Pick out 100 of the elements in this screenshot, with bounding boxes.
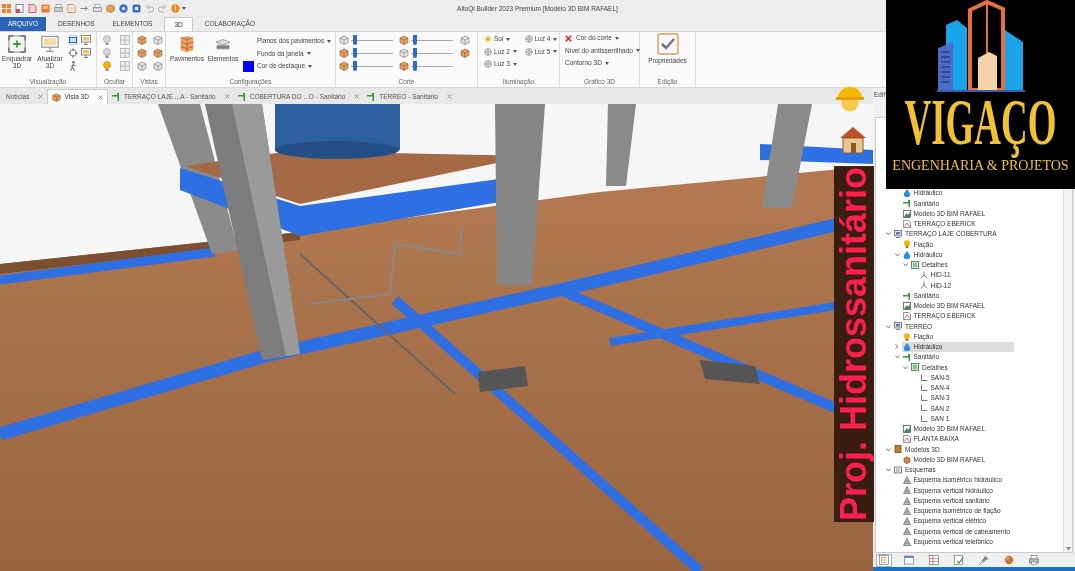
caret-icon	[306, 52, 311, 56]
arrow-icon[interactable]	[80, 4, 89, 13]
panel-tab[interactable]	[876, 553, 892, 567]
color-swatch[interactable]	[243, 60, 254, 72]
cube-icon[interactable]	[460, 35, 470, 45]
grid-icon[interactable]	[119, 61, 130, 71]
circle-icon[interactable]	[119, 4, 128, 13]
pipe-tee-icon	[919, 281, 928, 290]
cube-icon[interactable]	[399, 35, 409, 45]
grid-icon[interactable]	[119, 35, 130, 45]
3d-model-view-drawing[interactable]	[0, 104, 873, 571]
slider-thumb[interactable]	[352, 61, 357, 71]
close-icon[interactable]	[224, 94, 230, 99]
panel-tab[interactable]	[901, 553, 917, 567]
panel-tab[interactable]	[951, 553, 967, 567]
cube-icon[interactable]	[137, 61, 147, 71]
grid-icon[interactable]	[119, 48, 130, 58]
monitor-icon[interactable]	[81, 48, 91, 58]
caret-icon	[553, 50, 558, 53]
cube-icon	[52, 92, 62, 102]
printer-icon	[1029, 555, 1039, 565]
checklist-icon	[954, 555, 964, 565]
walking-person-icon[interactable]	[68, 61, 78, 71]
cube-icon[interactable]	[152, 48, 163, 58]
app-icon[interactable]	[2, 4, 11, 13]
close-icon[interactable]	[446, 94, 452, 99]
faucet-icon	[111, 92, 121, 101]
redo-icon[interactable]	[158, 4, 167, 13]
cube-icon[interactable]	[106, 4, 115, 13]
document-icon[interactable]	[15, 4, 24, 13]
cube-icon[interactable]	[137, 48, 147, 58]
faucet-icon	[367, 92, 377, 101]
chevron-down-icon[interactable]	[886, 447, 891, 452]
buildings-logo-icon	[936, 0, 1025, 92]
cube-icon[interactable]	[460, 48, 470, 58]
crosshair-icon[interactable]	[68, 48, 78, 58]
printer-icon[interactable]	[93, 4, 102, 13]
monitor-icon[interactable]	[81, 35, 91, 45]
panel-tab[interactable]	[926, 553, 942, 567]
drop-icon	[902, 189, 911, 198]
document-icon[interactable]	[28, 4, 37, 13]
faucet-icon	[237, 92, 247, 101]
slider-thumb[interactable]	[352, 35, 357, 45]
document-icon[interactable]	[67, 4, 76, 13]
sun-icon	[484, 35, 492, 43]
drawing-sheet-icon	[902, 435, 911, 444]
lamp-icon	[484, 60, 492, 68]
cube-icon[interactable]	[399, 48, 409, 58]
caret-icon[interactable]	[182, 7, 186, 10]
close-icon[interactable]	[38, 94, 44, 99]
square-icon[interactable]	[132, 4, 141, 13]
printer-icon[interactable]	[54, 4, 63, 13]
view-box-icon[interactable]	[68, 35, 78, 45]
close-icon[interactable]	[354, 94, 360, 99]
frame-plus-icon	[8, 35, 26, 53]
drawing-sheet-icon	[902, 312, 911, 321]
cube-icon[interactable]	[339, 48, 349, 58]
book-icon	[894, 445, 902, 454]
pin-icon	[979, 555, 989, 565]
lamp-icon	[484, 47, 492, 56]
sphere-icon	[1004, 555, 1014, 565]
hard-hat-icon[interactable]	[833, 85, 867, 112]
cube-icon[interactable]	[399, 61, 409, 71]
tree-icon	[879, 555, 889, 565]
cube-icon[interactable]	[339, 61, 349, 71]
logo-tagline: ENGENHARIA & PROJETOS	[892, 159, 1069, 173]
bulb-icon[interactable]	[102, 48, 112, 58]
monitor-icon	[41, 35, 59, 53]
chevron-down-icon[interactable]	[903, 263, 908, 267]
floppy-icon[interactable]	[41, 4, 50, 13]
lamp-icon	[524, 35, 533, 43]
chevron-down-icon[interactable]	[894, 252, 900, 257]
monitor-icon	[894, 322, 902, 331]
slider-thumb[interactable]	[412, 35, 417, 45]
chevron-down-icon[interactable]	[886, 232, 891, 236]
chevron-down-icon[interactable]	[903, 365, 908, 370]
slider-thumb[interactable]	[412, 48, 417, 58]
list-box-icon	[911, 260, 919, 269]
scroll-down-icon[interactable]	[1065, 546, 1071, 550]
caret-icon	[614, 36, 619, 40]
cube-icon[interactable]	[152, 35, 163, 45]
cube-icon[interactable]	[152, 61, 163, 71]
close-icon[interactable]	[97, 94, 103, 100]
caret-icon	[327, 39, 332, 43]
caret-icon	[604, 61, 609, 65]
cube-icon[interactable]	[137, 35, 147, 45]
house-icon[interactable]	[838, 124, 868, 154]
chevron-right-icon[interactable]	[895, 344, 899, 350]
slider-thumb[interactable]	[352, 48, 357, 58]
slider-thumb[interactable]	[412, 61, 417, 71]
bulb-icon[interactable]	[102, 35, 112, 45]
bulb-icon[interactable]	[102, 61, 112, 71]
chevron-down-icon[interactable]	[886, 324, 891, 329]
scrollbar[interactable]	[1063, 189, 1072, 552]
chevron-down-icon[interactable]	[894, 355, 900, 359]
picture-icon	[902, 424, 911, 433]
panel-tab[interactable]	[1026, 553, 1042, 567]
undo-icon[interactable]	[145, 4, 154, 13]
chevron-down-icon[interactable]	[886, 468, 891, 472]
cube-icon[interactable]	[339, 35, 349, 45]
